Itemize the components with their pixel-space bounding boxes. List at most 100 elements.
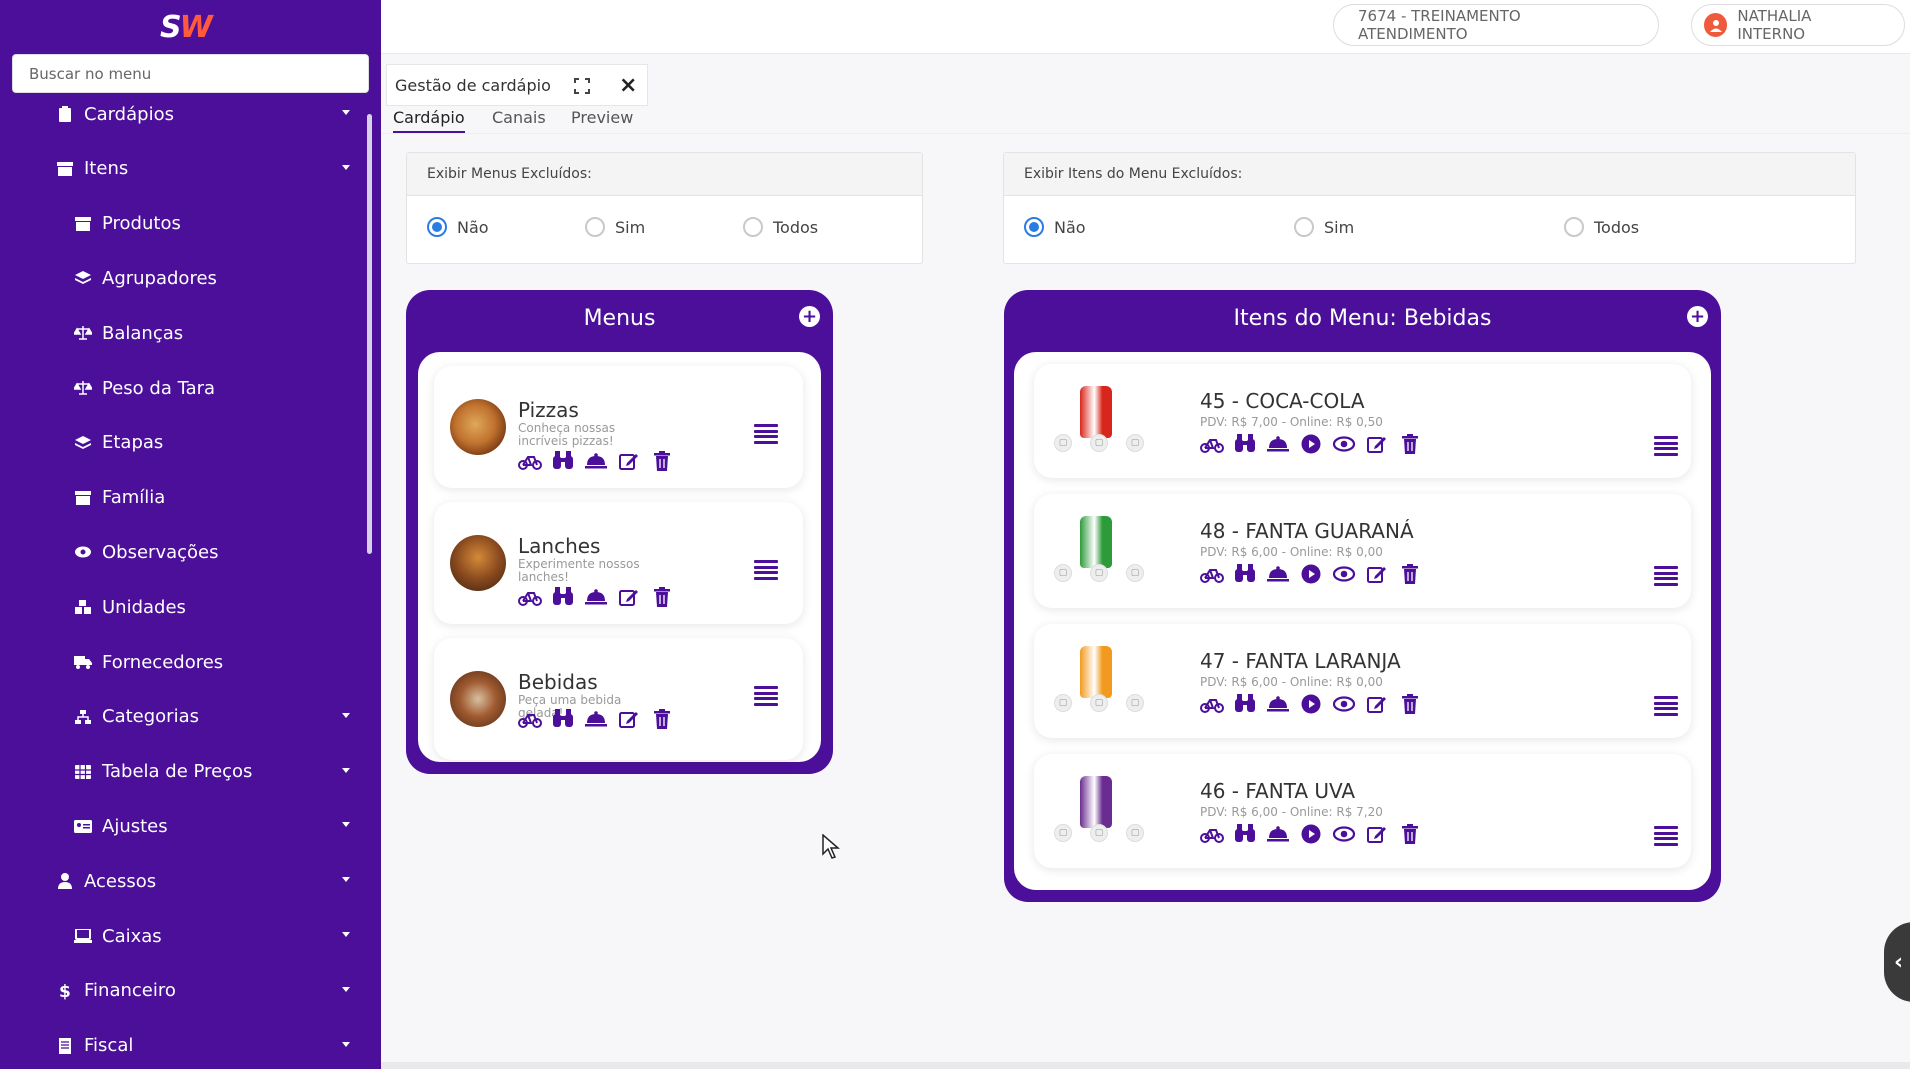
- drag-handle-icon[interactable]: [1654, 566, 1678, 586]
- menu-row[interactable]: Lanches Experimente nossos lanches!: [434, 502, 803, 624]
- trash-icon[interactable]: [650, 708, 674, 730]
- delivery-icon[interactable]: [518, 708, 542, 730]
- menu-item-row[interactable]: ▢ ▢ ▢ 48 - FANTA GUARANÁ PDV: R$ 6,00 - Onli…: [1034, 494, 1691, 608]
- radio-menus-todos[interactable]: Todos: [743, 217, 818, 237]
- image-slot-icon[interactable]: ▢: [1090, 434, 1108, 452]
- tab-canais[interactable]: Canais: [492, 108, 546, 127]
- play-icon[interactable]: [1299, 823, 1323, 845]
- tab-preview[interactable]: Preview: [571, 108, 633, 127]
- trash-icon[interactable]: [1398, 563, 1422, 585]
- sidebar-item-fornecedores[interactable]: Fornecedores: [0, 641, 360, 683]
- delivery-icon[interactable]: [518, 450, 542, 472]
- image-slot-icon[interactable]: ▢: [1054, 694, 1072, 712]
- drag-handle-icon[interactable]: [1654, 436, 1678, 456]
- view-icon[interactable]: [1332, 433, 1356, 455]
- binoculars-icon[interactable]: [1233, 433, 1257, 455]
- binoculars-icon[interactable]: [1233, 563, 1257, 585]
- add-menu-button[interactable]: +: [799, 306, 820, 327]
- expand-icon[interactable]: [573, 77, 591, 99]
- delivery-icon[interactable]: [1200, 433, 1224, 455]
- horizontal-scrollbar[interactable]: [381, 1062, 1910, 1069]
- image-slot-icon[interactable]: ▢: [1054, 824, 1072, 842]
- sidebar-item-peso-da-tara[interactable]: Peso da Tara: [0, 367, 360, 409]
- edit-icon[interactable]: [1365, 693, 1389, 715]
- image-slot-icon[interactable]: ▢: [1090, 824, 1108, 842]
- drag-handle-icon[interactable]: [754, 686, 778, 706]
- sidebar-item-etapas[interactable]: Etapas: [0, 422, 360, 464]
- trash-icon[interactable]: [1398, 693, 1422, 715]
- delivery-icon[interactable]: [1200, 693, 1224, 715]
- sidebar-item-unidades[interactable]: Unidades: [0, 586, 360, 628]
- sidebar-item-categorias[interactable]: Categorias: [0, 696, 360, 738]
- image-slot-icon[interactable]: ▢: [1090, 694, 1108, 712]
- trash-icon[interactable]: [1398, 433, 1422, 455]
- cloche-icon[interactable]: [1266, 693, 1290, 715]
- add-item-button[interactable]: +: [1687, 306, 1708, 327]
- play-icon[interactable]: [1299, 433, 1323, 455]
- image-slot-icon[interactable]: ▢: [1090, 564, 1108, 582]
- radio-menus-nao[interactable]: Não: [427, 217, 489, 237]
- image-slot-icon[interactable]: ▢: [1126, 564, 1144, 582]
- edit-icon[interactable]: [1365, 823, 1389, 845]
- menu-item-row[interactable]: ▢ ▢ ▢ 45 - COCA-COLA PDV: R$ 7,00 - Online: …: [1034, 364, 1691, 478]
- sidebar-item-observa-es[interactable]: Observações: [0, 531, 360, 573]
- drag-handle-icon[interactable]: [754, 560, 778, 580]
- image-slot-icon[interactable]: ▢: [1054, 564, 1072, 582]
- menu-item-row[interactable]: ▢ ▢ ▢ 46 - FANTA UVA PDV: R$ 6,00 - Online: …: [1034, 754, 1691, 868]
- binoculars-icon[interactable]: [1233, 823, 1257, 845]
- edit-icon[interactable]: [617, 708, 641, 730]
- sidebar-item-balan-as[interactable]: Balanças: [0, 312, 360, 354]
- edit-icon[interactable]: [617, 450, 641, 472]
- view-icon[interactable]: [1332, 563, 1356, 585]
- delivery-icon[interactable]: [1200, 563, 1224, 585]
- trash-icon[interactable]: [650, 586, 674, 608]
- collapse-panel-button[interactable]: ‹: [1884, 922, 1910, 1002]
- radio-items-nao[interactable]: Não: [1024, 217, 1086, 237]
- trash-icon[interactable]: [1398, 823, 1422, 845]
- user-menu[interactable]: NATHALIA INTERNO: [1691, 4, 1905, 46]
- edit-icon[interactable]: [617, 586, 641, 608]
- binoculars-icon[interactable]: [551, 450, 575, 472]
- delivery-icon[interactable]: [1200, 823, 1224, 845]
- tab-cardapio[interactable]: Cardápio: [393, 108, 465, 133]
- binoculars-icon[interactable]: [551, 708, 575, 730]
- menu-item-row[interactable]: ▢ ▢ ▢ 47 - FANTA LARANJA PDV: R$ 6,00 - Onli…: [1034, 624, 1691, 738]
- menu-search-input[interactable]: [12, 54, 369, 93]
- binoculars-icon[interactable]: [551, 586, 575, 608]
- drag-handle-icon[interactable]: [754, 424, 778, 444]
- play-icon[interactable]: [1299, 563, 1323, 585]
- sidebar-item-produtos[interactable]: Produtos: [0, 203, 360, 245]
- cloche-icon[interactable]: [584, 708, 608, 730]
- radio-menus-sim[interactable]: Sim: [585, 217, 645, 237]
- close-icon[interactable]: ×: [619, 73, 637, 98]
- image-slot-icon[interactable]: ▢: [1126, 824, 1144, 842]
- sidebar-item-ajustes[interactable]: Ajustes: [0, 805, 360, 847]
- trash-icon[interactable]: [650, 450, 674, 472]
- image-slot-icon[interactable]: ▢: [1126, 694, 1144, 712]
- sidebar-item-agrupadores[interactable]: Agrupadores: [0, 257, 360, 299]
- sidebar-item-itens[interactable]: Itens: [0, 148, 360, 190]
- delivery-icon[interactable]: [518, 586, 542, 608]
- edit-icon[interactable]: [1365, 433, 1389, 455]
- cloche-icon[interactable]: [584, 586, 608, 608]
- window-tab[interactable]: Gestão de cardápio ×: [386, 64, 648, 106]
- cloche-icon[interactable]: [1266, 823, 1290, 845]
- sidebar-item-caixas[interactable]: Caixas: [0, 915, 360, 957]
- sidebar-item-fam-lia[interactable]: Família: [0, 477, 360, 519]
- play-icon[interactable]: [1299, 693, 1323, 715]
- store-selector[interactable]: 7674 - TREINAMENTO ATENDIMENTO: [1333, 4, 1659, 46]
- edit-icon[interactable]: [1365, 563, 1389, 585]
- image-slot-icon[interactable]: ▢: [1054, 434, 1072, 452]
- binoculars-icon[interactable]: [1233, 693, 1257, 715]
- radio-items-sim[interactable]: Sim: [1294, 217, 1354, 237]
- cloche-icon[interactable]: [584, 450, 608, 472]
- sidebar-scrollbar[interactable]: [367, 114, 372, 554]
- sidebar-item-tabela-de-pre-os[interactable]: Tabela de Preços: [0, 751, 360, 793]
- cloche-icon[interactable]: [1266, 563, 1290, 585]
- view-icon[interactable]: [1332, 823, 1356, 845]
- image-slot-icon[interactable]: ▢: [1126, 434, 1144, 452]
- radio-items-todos[interactable]: Todos: [1564, 217, 1639, 237]
- sidebar-item-financeiro[interactable]: $ Financeiro: [0, 970, 360, 1012]
- menu-row[interactable]: Pizzas Conheça nossas incríveis pizzas!: [434, 366, 803, 488]
- sidebar-item-acessos[interactable]: Acessos: [0, 860, 360, 902]
